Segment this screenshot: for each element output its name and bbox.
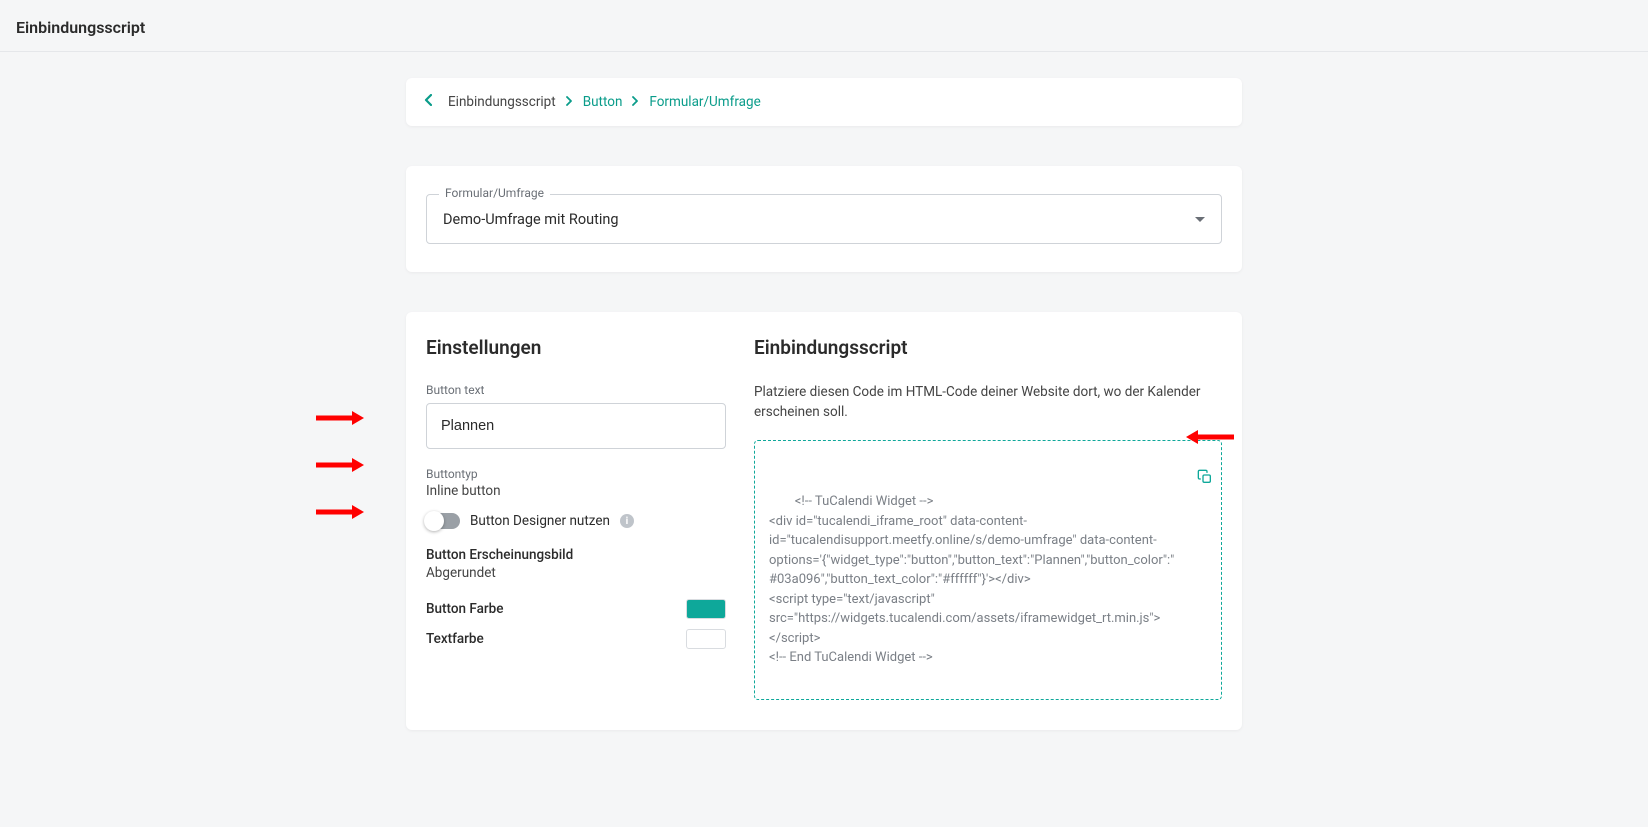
form-select-label: Formular/Umfrage: [439, 186, 550, 200]
page-title: Einbindungsscript: [0, 0, 1648, 52]
text-color-label: Textfarbe: [426, 631, 484, 647]
button-type-value: Inline button: [426, 483, 726, 499]
breadcrumb-item-1[interactable]: Button: [583, 94, 623, 110]
settings-column: Einstellungen Button text Buttontyp Inli…: [426, 336, 726, 700]
info-icon[interactable]: i: [620, 514, 634, 528]
embed-column: Einbindungsscript Platziere diesen Code …: [754, 336, 1222, 700]
designer-toggle-label: Button Designer nutzen: [470, 513, 610, 529]
button-type-label: Buttontyp: [426, 467, 726, 481]
button-color-label: Button Farbe: [426, 601, 503, 617]
chevron-down-icon: [1195, 217, 1205, 222]
chevron-right-icon: [566, 95, 573, 109]
appearance-value: Abgerundet: [426, 565, 726, 581]
button-text-input[interactable]: [426, 403, 726, 449]
copy-icon[interactable]: [1165, 449, 1213, 511]
annotation-arrow: [314, 456, 364, 474]
breadcrumb-item-0[interactable]: Einbindungsscript: [448, 94, 556, 110]
form-select-card: Formular/Umfrage Demo-Umfrage mit Routin…: [406, 166, 1242, 272]
button-color-swatch[interactable]: [686, 599, 726, 619]
breadcrumb-item-2[interactable]: Formular/Umfrage: [649, 94, 760, 110]
chevron-right-icon: [632, 95, 639, 109]
embed-code-box[interactable]: <!-- TuCalendi Widget --> <div id="tucal…: [754, 440, 1222, 700]
main-card: Einstellungen Button text Buttontyp Inli…: [406, 312, 1242, 730]
annotation-arrow: [314, 503, 364, 521]
form-select-value: Demo-Umfrage mit Routing: [443, 211, 1195, 228]
back-icon[interactable]: [424, 94, 432, 110]
embed-title: Einbindungsscript: [754, 336, 1222, 359]
designer-toggle[interactable]: [426, 513, 460, 529]
settings-title: Einstellungen: [426, 336, 726, 359]
embed-code-text: <!-- TuCalendi Widget --> <div id="tucal…: [769, 494, 1174, 665]
text-color-swatch[interactable]: [686, 629, 726, 649]
form-select[interactable]: Formular/Umfrage Demo-Umfrage mit Routin…: [426, 194, 1222, 244]
appearance-label: Button Erscheinungsbild: [426, 547, 726, 563]
button-text-label: Button text: [426, 383, 726, 397]
breadcrumb-card: Einbindungsscript Button Formular/Umfrag…: [406, 78, 1242, 126]
embed-description: Platziere diesen Code im HTML-Code deine…: [754, 383, 1222, 422]
annotation-arrow: [314, 409, 364, 427]
